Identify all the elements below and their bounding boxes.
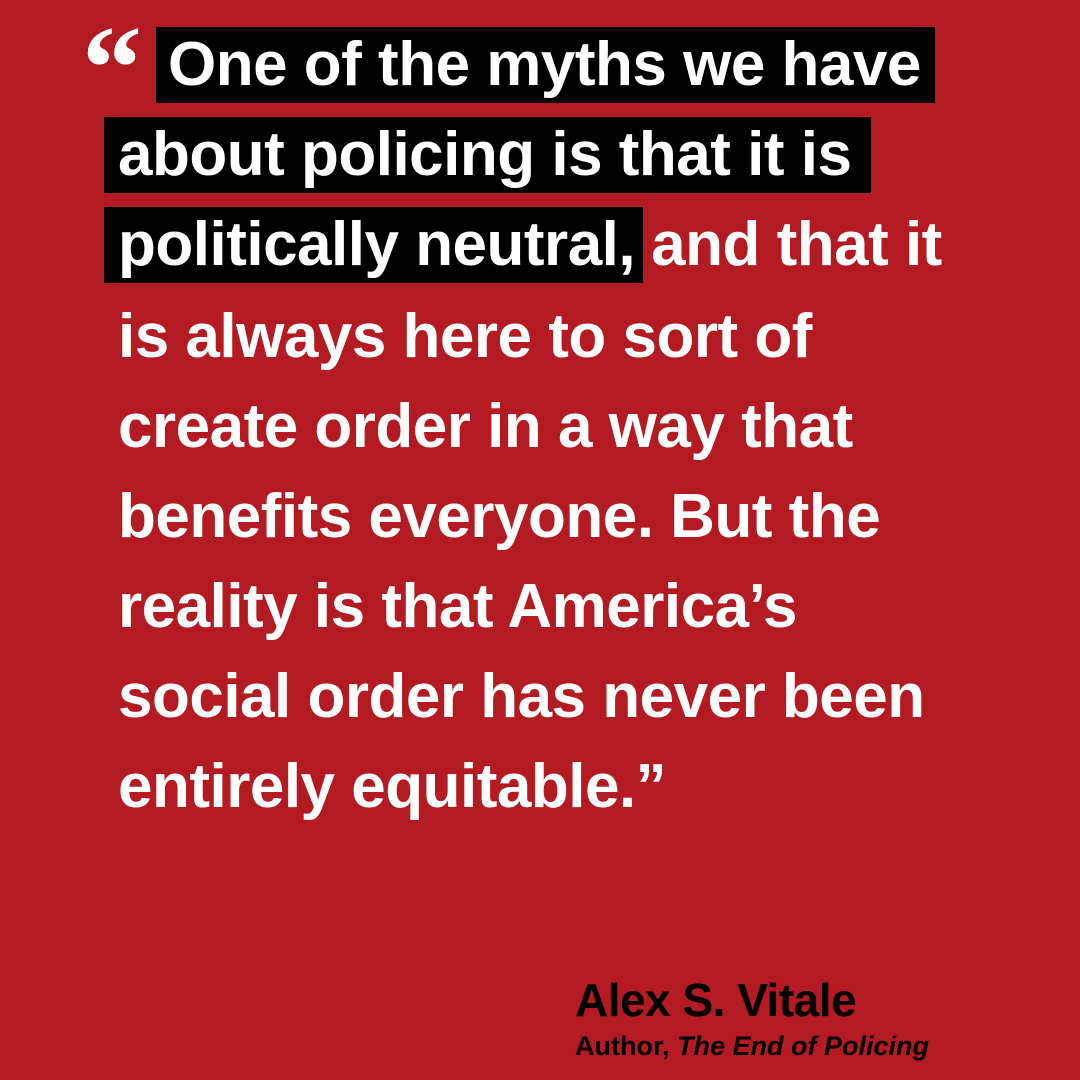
quote-line: about policing is that it is [104, 110, 872, 200]
attribution: Alex S. Vitale Author, The End of Polici… [575, 972, 929, 1064]
highlighted-text: politically neutral, [104, 207, 644, 283]
highlighted-text: One of the myths we have [156, 27, 935, 103]
author-role-prefix: Author, [575, 1031, 670, 1061]
author-role: Author, The End of Policing [575, 1028, 929, 1064]
quote-line: is always here to sort of [118, 302, 812, 371]
quote-line: One of the myths we have [156, 20, 935, 110]
highlighted-text: about policing is that it is [104, 117, 872, 193]
quote-line: politically neutral, and that it [104, 200, 942, 290]
author-name: Alex S. Vitale [575, 974, 857, 1026]
book-title: The End of Policing [677, 1031, 930, 1061]
quote-line: reality is that America’s [118, 572, 798, 641]
quote-text: and that it [651, 210, 942, 279]
quote-line: create order in a way that [118, 392, 853, 461]
quote-line: social order has never been [118, 662, 925, 731]
quote-line: entirely equitable.” [118, 752, 667, 821]
quote-line: benefits everyone. But the [118, 482, 881, 551]
